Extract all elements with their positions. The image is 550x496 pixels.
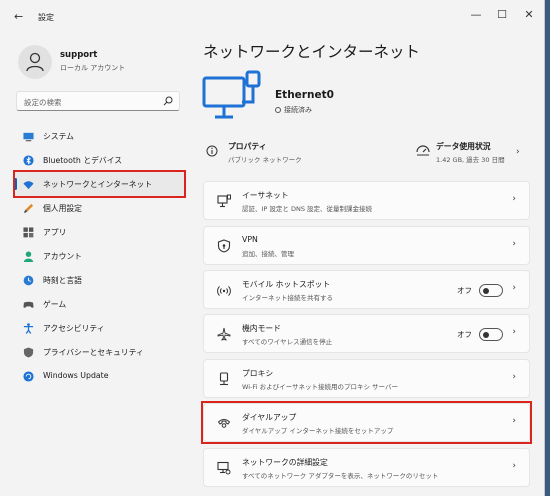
sidebar-item-label: 個人用設定 bbox=[43, 204, 82, 213]
adapter-status-text: 接続済み bbox=[284, 106, 312, 114]
search-placeholder: 設定の検索 bbox=[24, 98, 62, 107]
close-button[interactable]: ✕ bbox=[519, 8, 539, 21]
data-usage-subtitle: 1.42 GB, 過去 30 日間 bbox=[436, 156, 505, 164]
data-usage-title: データ使用状況 bbox=[436, 142, 491, 151]
sidebar-item-label: アカウント bbox=[43, 252, 82, 261]
airplane-icon bbox=[217, 327, 231, 341]
user-name: support bbox=[60, 50, 98, 60]
properties-title: プロパティ bbox=[228, 142, 267, 151]
sidebar-item-personalization[interactable]: 個人用設定 bbox=[13, 196, 184, 220]
chevron-right-icon: › bbox=[516, 147, 520, 157]
network-settings-icon bbox=[217, 461, 231, 475]
maximize-button[interactable]: ☐ bbox=[492, 8, 512, 21]
user-account-type: ローカル アカウント bbox=[60, 64, 126, 72]
card-airplane-mode[interactable]: 機内モード すべてのワイヤレス通信を停止 オフ › bbox=[203, 314, 530, 353]
chevron-right-icon: › bbox=[512, 372, 516, 382]
shield-icon bbox=[23, 347, 34, 358]
sidebar-item-label: アプリ bbox=[43, 228, 67, 237]
brush-icon bbox=[23, 203, 34, 214]
bluetooth-icon bbox=[23, 155, 34, 166]
hotspot-toggle[interactable] bbox=[479, 284, 503, 297]
sidebar-item-label: Bluetooth とデバイス bbox=[43, 156, 123, 165]
chevron-right-icon: › bbox=[512, 283, 516, 293]
sidebar-item-system[interactable]: システム bbox=[13, 124, 184, 148]
card-subtitle: Wi-Fi およびイーサネット接続用のプロキシ サーバー bbox=[242, 383, 398, 391]
search-icon bbox=[163, 96, 173, 106]
airplane-mode-toggle[interactable] bbox=[479, 328, 503, 341]
card-title: VPN bbox=[242, 235, 258, 244]
card-proxy[interactable]: プロキシ Wi-Fi およびイーサネット接続用のプロキシ サーバー › bbox=[203, 359, 530, 398]
sidebar-item-windows-update[interactable]: Windows Update bbox=[13, 364, 184, 388]
chevron-right-icon: › bbox=[512, 239, 516, 249]
toggle-state-label: オフ bbox=[457, 330, 472, 339]
properties-subtitle: パブリック ネットワーク bbox=[228, 156, 302, 164]
globe-clock-icon bbox=[23, 275, 34, 286]
card-title: モバイル ホットスポット bbox=[242, 280, 331, 289]
person-icon bbox=[26, 52, 44, 72]
ethernet-computer-icon bbox=[202, 70, 261, 119]
sidebar-item-label: 時刻と言語 bbox=[43, 276, 82, 285]
card-subtitle: 認証、IP 設定と DNS 設定、従量制課金接続 bbox=[242, 205, 373, 213]
toggle-knob bbox=[483, 287, 489, 294]
vpn-shield-icon bbox=[217, 239, 231, 253]
card-title: 機内モード bbox=[242, 324, 281, 333]
card-subtitle: すべてのネットワーク アダプターを表示、ネットワークのリセット bbox=[242, 472, 439, 480]
connected-icon bbox=[275, 107, 281, 113]
card-subtitle: 追加、接続、管理 bbox=[242, 250, 294, 258]
sidebar-item-label: Windows Update bbox=[43, 371, 109, 380]
back-button[interactable]: ← bbox=[14, 10, 23, 23]
toggle-knob bbox=[483, 331, 489, 338]
card-subtitle: インターネット接続を共有する bbox=[242, 294, 333, 302]
card-title: ネットワークの詳細設定 bbox=[242, 458, 328, 467]
accessibility-icon bbox=[23, 323, 34, 334]
card-ethernet[interactable]: イーサネット 認証、IP 設定と DNS 設定、従量制課金接続 › bbox=[203, 181, 530, 220]
toggle-state-label: オフ bbox=[457, 286, 472, 295]
highlight-box bbox=[201, 401, 532, 444]
chevron-right-icon: › bbox=[512, 194, 516, 204]
sidebar-item-label: システム bbox=[43, 132, 74, 141]
data-usage-icon bbox=[416, 145, 430, 156]
card-vpn[interactable]: VPN 追加、接続、管理 › bbox=[203, 226, 530, 265]
highlight-box bbox=[13, 170, 186, 198]
gamepad-icon bbox=[23, 301, 34, 308]
page-title: ネットワークとインターネット bbox=[203, 43, 421, 61]
proxy-icon bbox=[219, 372, 229, 386]
sidebar-item-time-language[interactable]: 時刻と言語 bbox=[13, 268, 184, 292]
card-mobile-hotspot[interactable]: モバイル ホットスポット インターネット接続を共有する オフ › bbox=[203, 270, 530, 309]
search-input[interactable]: 設定の検索 bbox=[16, 91, 180, 111]
sidebar-item-privacy[interactable]: プライバシーとセキュリティ bbox=[13, 340, 184, 364]
ethernet-icon bbox=[217, 194, 231, 208]
sidebar-item-label: ゲーム bbox=[43, 300, 67, 309]
hotspot-icon bbox=[217, 286, 231, 296]
sidebar-item-accessibility[interactable]: アクセシビリティ bbox=[13, 316, 184, 340]
account-icon bbox=[23, 251, 34, 262]
card-advanced-network-settings[interactable]: ネットワークの詳細設定 すべてのネットワーク アダプターを表示、ネットワークのリ… bbox=[203, 448, 530, 487]
adapter-status: 接続済み bbox=[275, 105, 312, 115]
apps-icon bbox=[23, 227, 34, 238]
avatar[interactable] bbox=[18, 45, 52, 79]
sidebar-item-label: プライバシーとセキュリティ bbox=[43, 348, 144, 357]
sidebar-item-gaming[interactable]: ゲーム bbox=[13, 292, 184, 316]
chevron-right-icon: › bbox=[512, 327, 516, 337]
info-icon bbox=[206, 145, 218, 157]
window-title: 設定 bbox=[38, 13, 54, 22]
sidebar-item-bluetooth[interactable]: Bluetooth とデバイス bbox=[13, 148, 184, 172]
sidebar-item-accounts[interactable]: アカウント bbox=[13, 244, 184, 268]
chevron-right-icon: › bbox=[512, 461, 516, 471]
card-title: プロキシ bbox=[242, 369, 274, 378]
update-icon bbox=[23, 371, 34, 382]
monitor-icon bbox=[23, 132, 34, 142]
card-title: イーサネット bbox=[242, 191, 289, 200]
title-bar: ← 設定 — ☐ ✕ bbox=[0, 0, 545, 34]
minimize-button[interactable]: — bbox=[466, 8, 486, 21]
settings-window: ← 設定 — ☐ ✕ support ローカル アカウント 設定の検索 システム… bbox=[0, 0, 545, 496]
sidebar-item-apps[interactable]: アプリ bbox=[13, 220, 184, 244]
card-subtitle: すべてのワイヤレス通信を停止 bbox=[242, 338, 333, 346]
adapter-name: Ethernet0 bbox=[275, 89, 334, 101]
sidebar-item-label: アクセシビリティ bbox=[43, 324, 105, 333]
